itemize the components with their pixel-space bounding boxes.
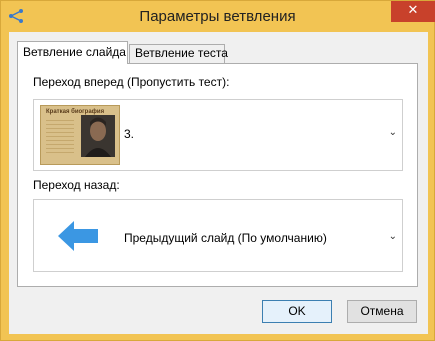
arrow-left-icon [58, 221, 98, 251]
close-button[interactable]: ✕ [391, 1, 435, 22]
ok-button[interactable]: OK [262, 300, 332, 323]
close-icon: ✕ [407, 3, 419, 18]
tab-panel: Переход вперед (Пропустить тест): Кратка… [17, 63, 418, 287]
back-selected-value: Предыдущий слайд (По умолчанию) [124, 231, 327, 245]
portrait-image [81, 115, 115, 157]
tab-slide-branching[interactable]: Ветвление слайда [17, 41, 128, 64]
forward-select[interactable]: Краткая биография 3. ⌄ [33, 99, 403, 171]
title-bar: Параметры ветвления ✕ [1, 1, 435, 32]
dialog-client-area: Ветвление слайда Ветвление теста Переход… [9, 32, 428, 334]
dialog-title: Параметры ветвления [139, 8, 296, 25]
slide-thumbnail: Краткая биография [40, 105, 120, 165]
back-label: Переход назад: [33, 178, 120, 192]
cancel-button[interactable]: Отмена [347, 300, 417, 323]
tab-test-branching[interactable]: Ветвление теста [129, 44, 228, 63]
forward-selected-value: 3. [124, 127, 135, 141]
chevron-down-icon: ⌄ [388, 231, 397, 242]
chevron-down-icon: ⌄ [388, 127, 397, 138]
dialog-window: Параметры ветвления ✕ Ветвление слайда В… [0, 0, 435, 341]
back-select[interactable]: Предыдущий слайд (По умолчанию) ⌄ [33, 199, 403, 272]
forward-label: Переход вперед (Пропустить тест): [33, 75, 230, 89]
slide-thumbnail-text [46, 120, 74, 156]
